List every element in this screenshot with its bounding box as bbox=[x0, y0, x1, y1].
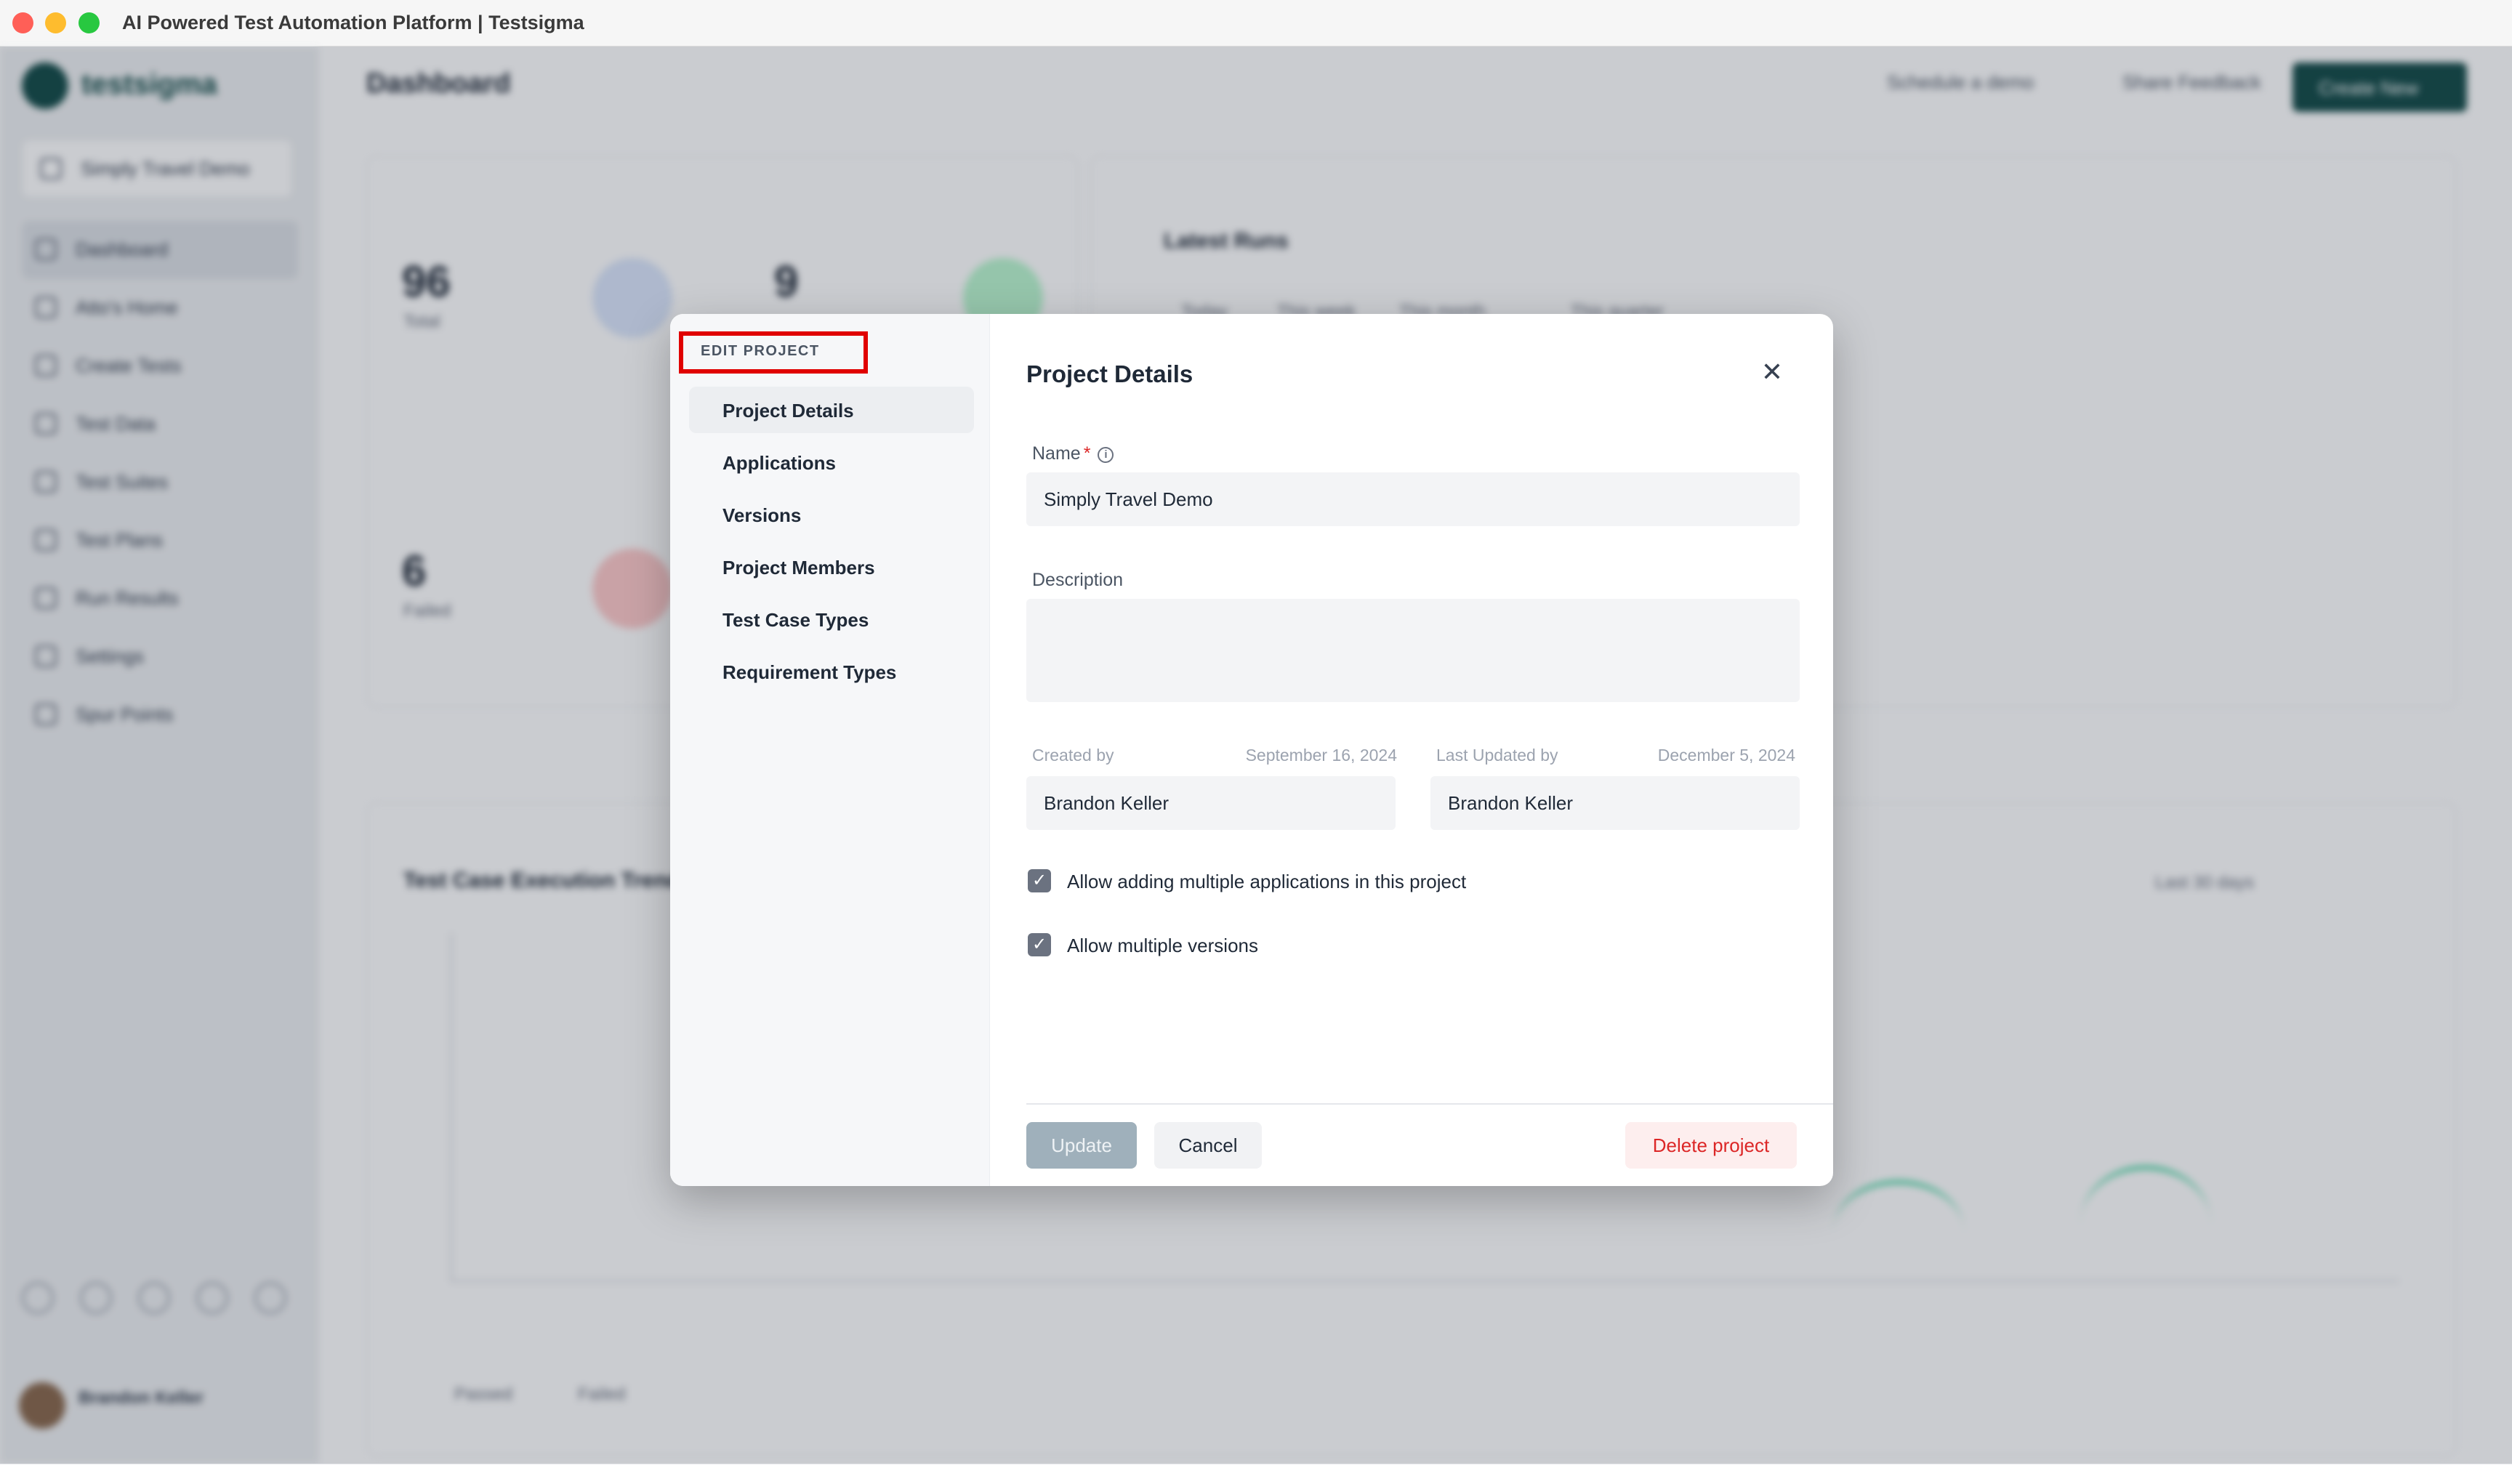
tab-versions[interactable]: Versions bbox=[689, 491, 974, 538]
footer-divider bbox=[1026, 1103, 1833, 1105]
cancel-button[interactable]: Cancel bbox=[1154, 1122, 1262, 1169]
multi-apps-checkbox[interactable]: ✓ bbox=[1028, 869, 1051, 892]
description-label: Description bbox=[1032, 570, 1124, 590]
modal-content: Project Details ✕ Name* i Description Cre… bbox=[1026, 314, 1833, 1186]
tab-test-case-types[interactable]: Test Case Types bbox=[689, 596, 974, 642]
window-bottom-edge bbox=[0, 1464, 2512, 1484]
minimize-window-button[interactable] bbox=[45, 12, 66, 33]
window-titlebar: AI Powered Test Automation Platform | Te… bbox=[0, 0, 2512, 47]
modal-sidebar: EDIT PROJECT Project Details Application… bbox=[670, 314, 990, 1186]
modal-title: Project Details bbox=[1026, 360, 1193, 387]
required-marker: * bbox=[1083, 443, 1091, 464]
tab-requirement-types[interactable]: Requirement Types bbox=[689, 648, 974, 695]
window-title: AI Powered Test Automation Platform | Te… bbox=[122, 12, 584, 33]
multi-versions-checkbox[interactable]: ✓ bbox=[1028, 933, 1051, 956]
edit-project-modal: EDIT PROJECT Project Details Application… bbox=[670, 314, 1833, 1186]
multi-apps-label: Allow adding multiple applications in th… bbox=[1067, 871, 1467, 892]
name-label: Name * i bbox=[1032, 443, 1114, 464]
tab-project-members[interactable]: Project Members bbox=[689, 544, 974, 590]
info-icon[interactable]: i bbox=[1098, 447, 1114, 463]
updated-date: December 5, 2024 bbox=[1657, 746, 1795, 765]
update-button[interactable]: Update bbox=[1026, 1122, 1137, 1169]
created-by-field[interactable] bbox=[1026, 776, 1396, 830]
created-by-label: Created by bbox=[1032, 746, 1114, 765]
multi-versions-label: Allow multiple versions bbox=[1067, 935, 1258, 956]
last-updated-by-field[interactable] bbox=[1430, 776, 1800, 830]
maximize-window-button[interactable] bbox=[78, 12, 100, 33]
tab-applications[interactable]: Applications bbox=[689, 439, 974, 485]
close-icon[interactable]: ✕ bbox=[1758, 359, 1787, 388]
name-label-text: Name bbox=[1032, 443, 1081, 464]
edit-project-heading: EDIT PROJECT bbox=[679, 331, 868, 374]
created-date: September 16, 2024 bbox=[1245, 746, 1397, 765]
name-input[interactable] bbox=[1026, 472, 1800, 526]
last-updated-by-label: Last Updated by bbox=[1436, 746, 1558, 765]
delete-project-button[interactable]: Delete project bbox=[1625, 1122, 1797, 1169]
modal-nav-list: Project Details Applications Versions Pr… bbox=[689, 387, 974, 701]
description-textarea[interactable] bbox=[1026, 599, 1800, 702]
close-window-button[interactable] bbox=[12, 12, 33, 33]
tab-project-details[interactable]: Project Details bbox=[689, 387, 974, 433]
